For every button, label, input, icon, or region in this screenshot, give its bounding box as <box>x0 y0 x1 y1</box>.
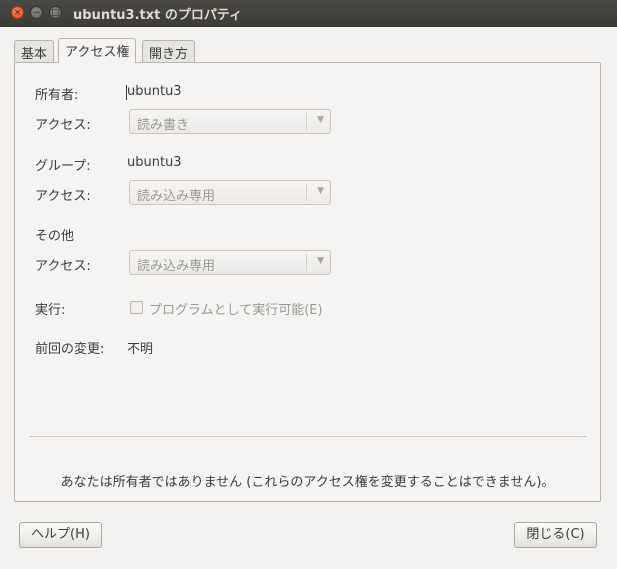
last-changed-value: 不明 <box>127 342 154 357</box>
execute-checkbox-label[interactable]: プログラムとして実行可能(E) <box>149 299 323 318</box>
owner-access-dropdown[interactable]: 読み書き ▼ <box>129 109 331 134</box>
chevron-down-icon: ▼ <box>317 256 324 266</box>
last-changed-label: 前回の変更: <box>35 342 105 357</box>
divider <box>29 436 587 437</box>
chevron-down-icon: ▼ <box>317 186 324 196</box>
execute-label: 実行: <box>35 303 66 318</box>
dropdown-separator <box>306 113 307 130</box>
maximize-window-icon[interactable]: □ <box>49 6 62 19</box>
others-access-dropdown[interactable]: 読み込み専用 ▼ <box>129 250 331 275</box>
permissions-panel: 所有者: ubuntu3 アクセス: 読み書き ▼ グループ: ubuntu3 … <box>14 62 601 502</box>
close-window-icon[interactable]: × <box>11 6 24 19</box>
window-title: ubuntu3.txt のプロパティ <box>73 8 243 23</box>
tab-basic[interactable]: 基本 <box>14 40 55 62</box>
group-access-dropdown[interactable]: 読み込み専用 ▼ <box>129 180 331 205</box>
owner-label: 所有者: <box>35 88 79 103</box>
owner-access-label: アクセス: <box>35 118 91 133</box>
dropdown-separator <box>306 184 307 201</box>
group-label: グループ: <box>35 159 91 174</box>
tab-open-with[interactable]: 開き方 <box>142 40 196 62</box>
group-access-label: アクセス: <box>35 189 91 204</box>
dropdown-separator <box>306 254 307 271</box>
group-value: ubuntu3 <box>127 155 182 170</box>
help-button[interactable]: ヘルプ(H) <box>19 522 102 548</box>
others-access-value: 読み込み専用 <box>137 259 216 274</box>
close-button[interactable]: 閉じる(C) <box>514 522 597 548</box>
group-access-value: 読み込み専用 <box>137 189 216 204</box>
chevron-down-icon: ▼ <box>317 115 324 125</box>
others-access-label: アクセス: <box>35 259 91 274</box>
title-bar: × − □ ubuntu3.txt のプロパティ <box>0 0 617 27</box>
others-label: その他 <box>35 229 75 244</box>
owner-value: ubuntu3 <box>127 84 182 99</box>
not-owner-notice: あなたは所有者ではありません (これらのアクセス権を変更することはできません)。 <box>60 475 555 490</box>
tab-permissions[interactable]: アクセス権 <box>58 38 137 63</box>
execute-checkbox[interactable] <box>130 301 143 314</box>
minimize-window-icon[interactable]: − <box>30 6 43 19</box>
owner-access-value: 読み書き <box>137 118 190 133</box>
